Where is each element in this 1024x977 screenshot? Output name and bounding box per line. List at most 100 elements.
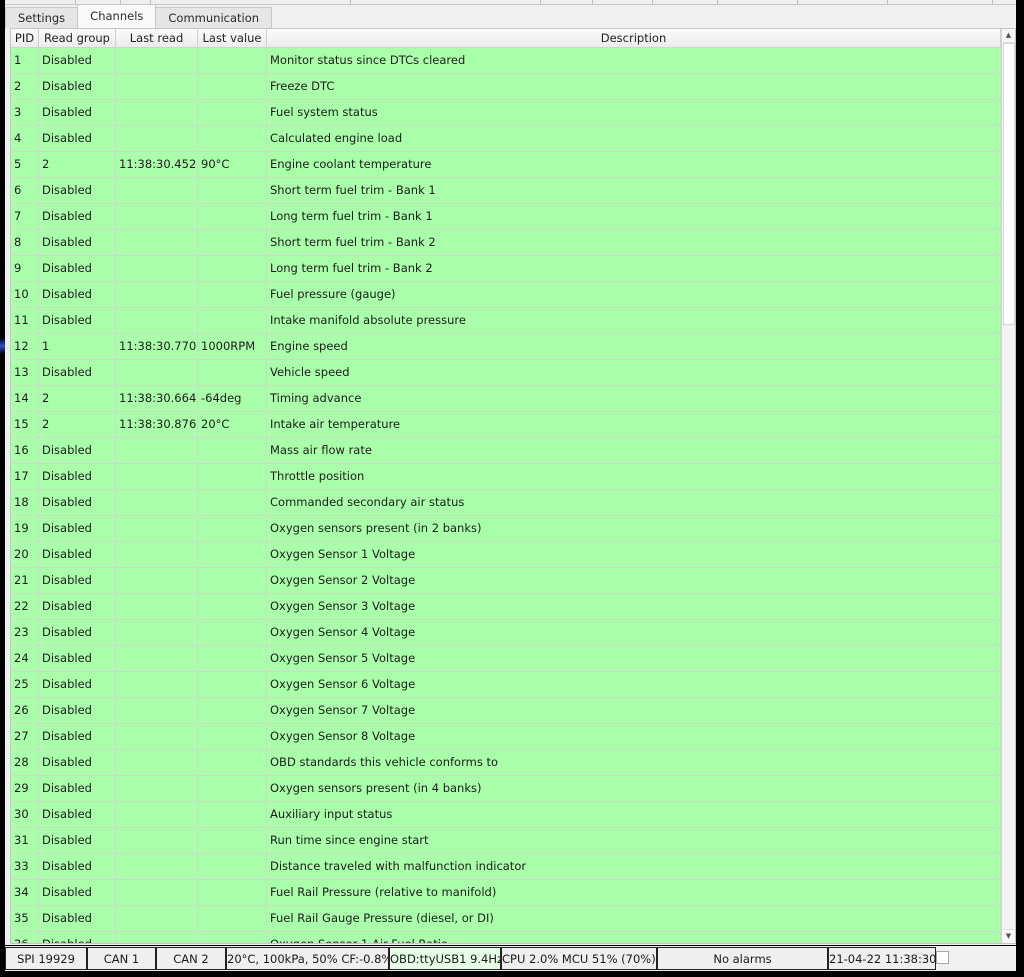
- table-row[interactable]: 30 Disabled Auxiliary input status: [11, 802, 1001, 828]
- scroll-down-arrow-icon[interactable]: ▼: [1002, 929, 1015, 943]
- table-row[interactable]: 25 Disabled Oxygen Sensor 6 Voltage: [11, 672, 1001, 698]
- tab-channels[interactable]: Channels: [77, 4, 157, 28]
- cell-last-value: [198, 672, 267, 697]
- cell-last-value: [198, 308, 267, 333]
- cell-last-read: [116, 464, 198, 489]
- cell-read-group: 2: [39, 152, 116, 177]
- cell-last-read: [116, 880, 198, 905]
- cell-read-group: Disabled: [39, 360, 116, 385]
- cell-description: Calculated engine load: [267, 126, 1001, 151]
- table-row[interactable]: 24 Disabled Oxygen Sensor 5 Voltage: [11, 646, 1001, 672]
- column-header-read-group[interactable]: Read group: [39, 29, 116, 47]
- table-row[interactable]: 7 Disabled Long term fuel trim - Bank 1: [11, 204, 1001, 230]
- scrollbar-thumb[interactable]: [1003, 43, 1015, 325]
- cell-pid: 35: [11, 906, 39, 931]
- cell-last-read: [116, 490, 198, 515]
- cell-last-value: 1000RPM: [198, 334, 267, 359]
- table-row[interactable]: 1 Disabled Monitor status since DTCs clear…: [11, 48, 1001, 74]
- table-row[interactable]: 2 Disabled Freeze DTC: [11, 74, 1001, 100]
- column-header-last-read[interactable]: Last read: [116, 29, 198, 47]
- cell-pid: 13: [11, 360, 39, 385]
- column-header-pid[interactable]: PID: [11, 29, 39, 47]
- table-row[interactable]: 9 Disabled Long term fuel trim - Bank 2: [11, 256, 1001, 282]
- column-header-description[interactable]: Description: [267, 29, 1001, 47]
- cell-pid: 3: [11, 100, 39, 125]
- cell-read-group: Disabled: [39, 854, 116, 879]
- table-row[interactable]: 22 Disabled Oxygen Sensor 3 Voltage: [11, 594, 1001, 620]
- cell-last-read: 11:38:30.876: [116, 412, 198, 437]
- cell-last-read: [116, 828, 198, 853]
- table-row[interactable]: 15 2 11:38:30.876 20°C Intake air temperatur…: [11, 412, 1001, 438]
- table-row[interactable]: 36 Disabled Oxygen Sensor 1 Air-Fuel Ratio: [11, 932, 1001, 943]
- cell-last-read: [116, 282, 198, 307]
- cell-last-read: [116, 204, 198, 229]
- table-row[interactable]: 19 Disabled Oxygen sensors present (in 2 b…: [11, 516, 1001, 542]
- cell-description: Intake air temperature: [267, 412, 1001, 437]
- cell-last-read: [116, 126, 198, 151]
- table-row[interactable]: 4 Disabled Calculated engine load: [11, 126, 1001, 152]
- table-row[interactable]: 10 Disabled Fuel pressure (gauge): [11, 282, 1001, 308]
- tab-communication[interactable]: Communication: [155, 7, 273, 28]
- cell-last-value: [198, 854, 267, 879]
- table-row[interactable]: 16 Disabled Mass air flow rate: [11, 438, 1001, 464]
- scroll-up-arrow-icon[interactable]: ▲: [1002, 29, 1015, 43]
- cell-pid: 7: [11, 204, 39, 229]
- table-row[interactable]: 33 Disabled Distance traveled with malfunc…: [11, 854, 1001, 880]
- table-row[interactable]: 34 Disabled Fuel Rail Pressure (relative t…: [11, 880, 1001, 906]
- cell-pid: 27: [11, 724, 39, 749]
- cell-pid: 21: [11, 568, 39, 593]
- table-row[interactable]: 29 Disabled Oxygen sensors present (in 4 b…: [11, 776, 1001, 802]
- table-row[interactable]: 23 Disabled Oxygen Sensor 4 Voltage: [11, 620, 1001, 646]
- table-row[interactable]: 21 Disabled Oxygen Sensor 2 Voltage: [11, 568, 1001, 594]
- table-row[interactable]: 27 Disabled Oxygen Sensor 8 Voltage: [11, 724, 1001, 750]
- cell-last-read: 11:38:30.664: [116, 386, 198, 411]
- cell-last-value: [198, 438, 267, 463]
- cell-pid: 31: [11, 828, 39, 853]
- cell-last-read: [116, 646, 198, 671]
- table-row[interactable]: 3 Disabled Fuel system status: [11, 100, 1001, 126]
- table-row[interactable]: 35 Disabled Fuel Rail Gauge Pressure (dies…: [11, 906, 1001, 932]
- status-checkbox[interactable]: [936, 951, 949, 964]
- cell-description: Oxygen Sensor 1 Voltage: [267, 542, 1001, 567]
- cell-description: Long term fuel trim - Bank 2: [267, 256, 1001, 281]
- cell-last-value: [198, 256, 267, 281]
- status-cpu: CPU 2.0% MCU 51% (70%): [501, 947, 657, 970]
- table-row[interactable]: 31 Disabled Run time since engine start: [11, 828, 1001, 854]
- cell-last-value: [198, 776, 267, 801]
- status-datetime: 21-04-22 11:38:30: [828, 947, 936, 970]
- cell-pid: 5: [11, 152, 39, 177]
- tab-settings[interactable]: Settings: [5, 7, 79, 28]
- table-row[interactable]: 6 Disabled Short term fuel trim - Bank 1: [11, 178, 1001, 204]
- cell-last-value: [198, 646, 267, 671]
- cell-pid: 6: [11, 178, 39, 203]
- table-row[interactable]: 28 Disabled OBD standards this vehicle con…: [11, 750, 1001, 776]
- table-header: PID Read group Last read Last value Desc…: [11, 29, 1001, 48]
- cell-last-read: [116, 854, 198, 879]
- cell-pid: 26: [11, 698, 39, 723]
- table-row[interactable]: 17 Disabled Throttle position: [11, 464, 1001, 490]
- cell-last-value: [198, 230, 267, 255]
- cell-last-value: -64deg: [198, 386, 267, 411]
- table-row[interactable]: 8 Disabled Short term fuel trim - Bank 2: [11, 230, 1001, 256]
- cell-last-value: [198, 698, 267, 723]
- table-row[interactable]: 11 Disabled Intake manifold absolute press…: [11, 308, 1001, 334]
- cell-last-value: [198, 464, 267, 489]
- table-row[interactable]: 20 Disabled Oxygen Sensor 1 Voltage: [11, 542, 1001, 568]
- table-row[interactable]: 13 Disabled Vehicle speed: [11, 360, 1001, 386]
- vertical-scrollbar[interactable]: ▲ ▼: [1001, 29, 1015, 943]
- column-header-last-value[interactable]: Last value: [198, 29, 267, 47]
- cell-last-read: [116, 672, 198, 697]
- table-row[interactable]: 5 2 11:38:30.452 90°C Engine coolant tempera…: [11, 152, 1001, 178]
- cell-description: Commanded secondary air status: [267, 490, 1001, 515]
- cell-last-read: [116, 48, 198, 73]
- table-row[interactable]: 14 2 11:38:30.664 -64deg Timing advance: [11, 386, 1001, 412]
- table-row[interactable]: 12 1 11:38:30.770 1000RPM Engine speed: [11, 334, 1001, 360]
- cell-last-value: [198, 880, 267, 905]
- table-row[interactable]: 26 Disabled Oxygen Sensor 7 Voltage: [11, 698, 1001, 724]
- cell-read-group: Disabled: [39, 750, 116, 775]
- cell-read-group: Disabled: [39, 464, 116, 489]
- cell-last-value: [198, 906, 267, 931]
- table-row[interactable]: 18 Disabled Commanded secondary air status: [11, 490, 1001, 516]
- cell-pid: 30: [11, 802, 39, 827]
- cell-description: Monitor status since DTCs cleared: [267, 48, 1001, 73]
